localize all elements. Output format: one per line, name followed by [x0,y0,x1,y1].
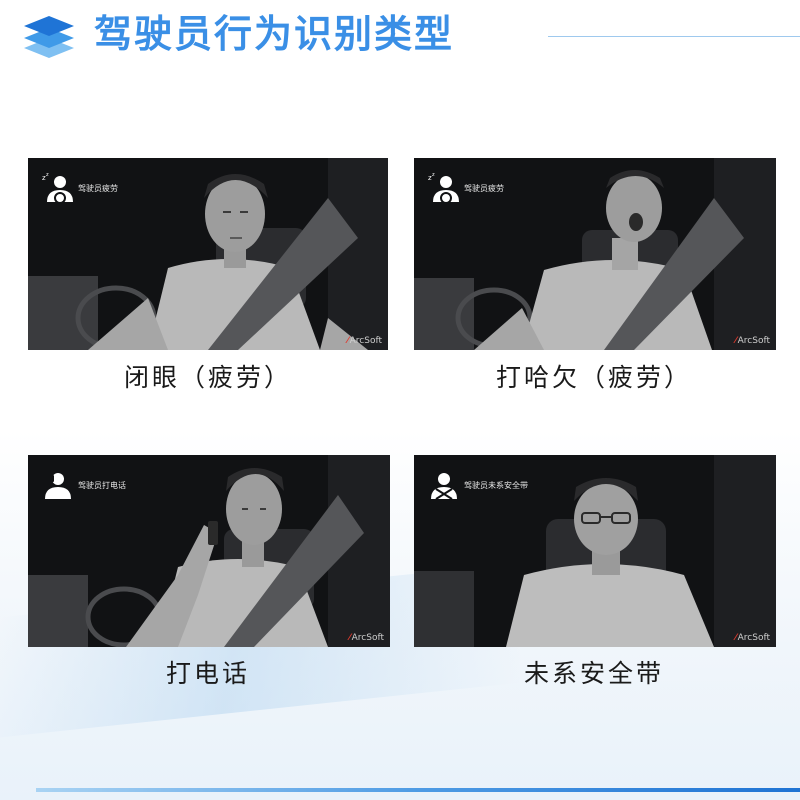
behavior-badge-label: 驾驶员疲劳 [78,184,118,193]
stack-layers-icon [24,16,74,58]
bottom-accent-bar [36,788,800,792]
header: 驾驶员行为识别类型 [0,0,800,70]
caption-yawning: 打哈欠（疲劳） [495,363,692,392]
caption-no-seatbelt: 未系安全带 [523,659,664,688]
title-divider [548,36,800,37]
driver-fatigue-icon: z z [42,172,73,204]
behavior-badge-label: 驾驶员未系安全带 [464,481,528,490]
camera-panel-no-seatbelt: 驾驶员未系安全带 ⁄ArcSoft [414,455,776,647]
brand-watermark: ⁄ArcSoft [735,633,770,643]
brand-watermark: ⁄ArcSoft [347,336,382,346]
brand-watermark: ⁄ArcSoft [349,633,384,643]
brand-watermark: ⁄ArcSoft [735,336,770,346]
driver-phone-icon [45,473,71,499]
behavior-badge-label: 驾驶员疲劳 [464,184,504,193]
camera-panel-phone-call: 驾驶员打电话 ⁄ArcSoft [28,455,390,647]
caption-eyes-closed: 闭眼（疲劳） [123,363,292,392]
caption-phone-call: 打电话 [165,659,250,688]
camera-panel-eyes-closed: z z 驾驶员疲劳 ⁄ArcSoft [28,158,388,350]
svg-text:z: z [432,172,435,178]
driver-fatigue-icon: z z [428,172,459,204]
driver-no-seatbelt-icon [431,473,457,500]
page-title: 驾驶员行为识别类型 [94,12,455,56]
svg-text:z: z [46,172,49,178]
camera-panel-yawning: z z 驾驶员疲劳 ⁄ArcSoft [414,158,776,350]
behavior-badge-label: 驾驶员打电话 [78,481,126,490]
